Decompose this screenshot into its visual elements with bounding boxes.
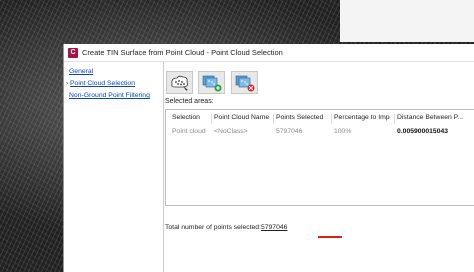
wizard-nav: General › Point Cloud Selection Non-Groun… [64,62,164,272]
select-point-cloud-button[interactable] [166,71,193,94]
dialog-titlebar[interactable]: C Create TIN Surface from Point Cloud - … [64,44,474,62]
column-header-distance-between-points[interactable]: Distance Between P... [397,112,473,124]
column-header-points-selected[interactable]: Points Selected [276,112,330,124]
remove-point-cloud-icon [235,75,255,92]
column-divider[interactable] [273,114,274,124]
main-panel: Selected areas: Selection Point Cloud Na… [164,62,474,272]
total-points-label: Total number of points selected: [165,224,261,231]
total-points-summary: Total number of points selected:5797046 [165,224,287,231]
column-header-selection[interactable]: Selection [172,112,210,124]
nav-item-general[interactable]: General [69,68,93,75]
column-header-percentage-to-import[interactable]: Percentage to Import [334,112,390,124]
cell-distance-between-points[interactable]: 0.005900015043 [397,126,473,138]
nav-item-label: General [69,68,94,75]
selected-areas-table: Selection Point Cloud Name Points Select… [165,109,474,206]
column-divider[interactable] [211,114,212,124]
dialog-title: Create TIN Surface from Point Cloud - Po… [82,48,283,57]
column-header-point-cloud-name[interactable]: Point Cloud Name [214,112,272,124]
add-point-cloud-button[interactable] [198,71,225,94]
cell-points-selected: 5797046 [276,128,303,135]
point-cloud-select-icon [171,75,188,91]
column-divider[interactable] [331,114,332,124]
nav-item-label: Non-Ground Point Filtering [69,92,150,99]
nav-item-non-ground-point-filtering[interactable]: Non-Ground Point Filtering [69,92,150,99]
highlight-underline [318,236,342,238]
total-points-value: 5797046 [260,224,288,231]
column-divider[interactable] [394,114,395,124]
remove-point-cloud-button[interactable] [231,71,258,94]
cell-percentage-to-import[interactable]: 100% [334,126,390,138]
nav-item-point-cloud-selection[interactable]: › Point Cloud Selection [66,80,135,87]
app-icon: C [68,47,78,58]
cell-selection: Point cloud [172,128,206,135]
tin-surface-dialog: C Create TIN Surface from Point Cloud - … [63,44,474,272]
nav-item-label: Point Cloud Selection [70,80,135,87]
table-row[interactable]: Point cloud <NoClass> 5797046 100% 0.005… [166,126,474,138]
table-header-row: Selection Point Cloud Name Points Select… [166,112,474,124]
cell-point-cloud-name: <NoClass> [214,128,248,135]
add-point-cloud-icon [202,75,222,92]
background-panel [340,0,474,42]
selected-areas-label: Selected areas: [165,98,214,105]
